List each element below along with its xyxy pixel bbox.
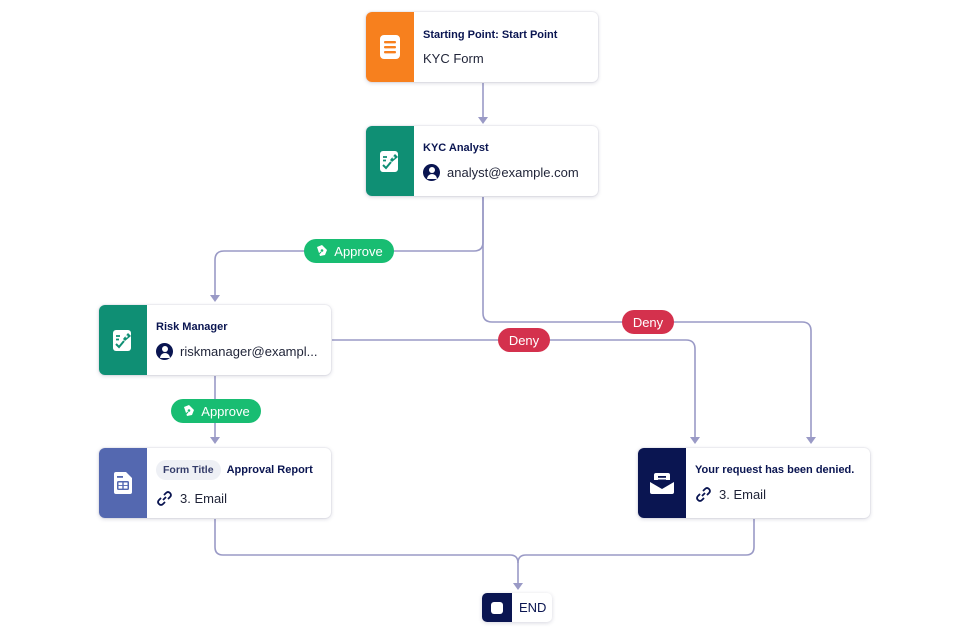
node-subtitle: KYC Form bbox=[423, 50, 484, 66]
node-title: Starting Point: Start Point bbox=[423, 28, 558, 41]
assignee: analyst@example.com bbox=[423, 163, 588, 181]
end-icon-block bbox=[482, 593, 512, 622]
edge-email-to-end bbox=[517, 519, 755, 564]
deny-label-kyc[interactable]: Deny bbox=[622, 310, 674, 334]
linked-field: 3. Email bbox=[695, 486, 860, 503]
denied-email-node[interactable]: Your request has been denied. 3. Email bbox=[638, 448, 870, 518]
envelope-icon bbox=[650, 473, 674, 494]
kyc-analyst-node[interactable]: KYC Analyst analyst@example.com bbox=[366, 126, 598, 196]
link-icon bbox=[157, 490, 172, 506]
denied-email-icon-block bbox=[638, 448, 686, 518]
node-title: KYC Analyst bbox=[423, 141, 489, 154]
risk-manager-node[interactable]: Risk Manager riskmanager@exampl... bbox=[99, 305, 331, 375]
linked-field: 3. Email bbox=[156, 490, 321, 507]
end-node[interactable]: END bbox=[482, 593, 552, 622]
user-avatar-icon bbox=[423, 163, 440, 181]
node-title: Form Title Approval Report bbox=[156, 459, 321, 480]
node-title: Risk Manager bbox=[156, 320, 228, 333]
kyc-analyst-icon-block bbox=[366, 126, 414, 196]
link-icon bbox=[696, 486, 711, 502]
approval-sign-icon bbox=[113, 330, 131, 351]
edge-report-to-end bbox=[214, 519, 519, 564]
pen-nib-icon bbox=[182, 405, 195, 418]
start-node[interactable]: Starting Point: Start Point KYC Form bbox=[366, 12, 598, 82]
risk-manager-icon-block bbox=[99, 305, 147, 375]
arrow-head bbox=[690, 437, 700, 444]
node-title: Your request has been denied. bbox=[695, 463, 855, 476]
approval-sign-icon bbox=[380, 151, 398, 172]
workflow-canvas[interactable]: Starting Point: Start Point KYC Form KYC… bbox=[0, 0, 968, 633]
form-document-icon bbox=[380, 35, 400, 59]
assignee: riskmanager@exampl... bbox=[156, 342, 321, 360]
form-table-icon bbox=[114, 472, 132, 494]
arrow-head bbox=[210, 437, 220, 444]
form-title-chip: Form Title bbox=[156, 459, 221, 480]
approve-label-risk[interactable]: Approve bbox=[171, 399, 261, 423]
approve-label-kyc[interactable]: Approve bbox=[304, 239, 394, 263]
deny-label-risk[interactable]: Deny bbox=[498, 328, 550, 352]
arrow-head bbox=[806, 437, 816, 444]
stop-square-icon bbox=[491, 601, 503, 614]
arrow-head bbox=[478, 117, 488, 124]
pen-nib-icon bbox=[315, 245, 328, 258]
user-avatar-icon bbox=[156, 342, 173, 360]
approval-report-icon-block bbox=[99, 448, 147, 518]
approval-report-node[interactable]: Form Title Approval Report 3. Email bbox=[99, 448, 331, 518]
edge-risk-deny-email bbox=[332, 339, 696, 437]
arrow-head bbox=[513, 583, 523, 590]
start-node-icon-block bbox=[366, 12, 414, 82]
arrow-head bbox=[210, 295, 220, 302]
end-label: END bbox=[519, 600, 547, 615]
